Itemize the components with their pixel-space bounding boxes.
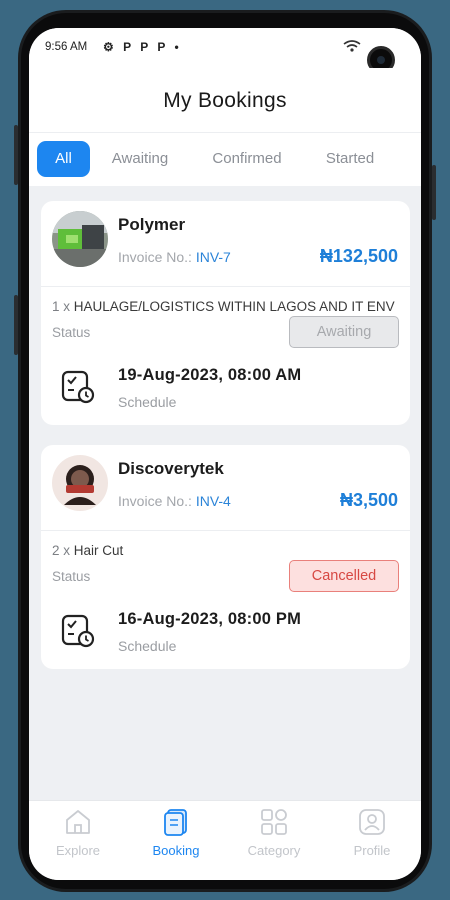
schedule-date: 16-Aug-2023, 08:00 PM	[118, 610, 302, 628]
home-icon	[63, 807, 93, 837]
booking-item: 1 x HAULAGE/LOGISTICS WITHIN LAGOS AND I…	[52, 299, 395, 314]
item-name: HAULAGE/LOGISTICS WITHIN LAGOS AND IT EN…	[73, 299, 395, 314]
schedule-label: Schedule	[118, 394, 177, 410]
booking-filter-tabs: All Awaiting Confirmed Started	[29, 132, 421, 186]
status-bar: 9:56 AM ⚙ P P P •	[29, 28, 421, 74]
nav-explore[interactable]: Explore	[29, 807, 127, 867]
category-icon	[259, 807, 289, 837]
bottom-navigation: Explore Booking Category Profile	[29, 800, 421, 880]
volume-button	[14, 125, 18, 185]
volume-button-lower	[14, 295, 18, 355]
vendor-avatar	[52, 455, 108, 511]
nav-label: Category	[247, 843, 301, 858]
booking-item: 2 x Hair Cut	[52, 543, 123, 558]
vendor-name: Discoverytek	[118, 459, 224, 478]
booking-card[interactable]: Discoverytek Invoice No.: INV-4 ₦3,500 2…	[41, 445, 410, 669]
booking-price: ₦3,500	[339, 490, 398, 510]
tab-confirmed[interactable]: Confirmed	[197, 141, 297, 177]
schedule-icon	[59, 368, 97, 406]
wifi-icon	[343, 40, 361, 55]
item-name: Hair Cut	[73, 543, 124, 558]
invoice-number: Invoice No.: INV-7	[118, 249, 231, 265]
status-label: Status	[52, 325, 91, 340]
schedule-date: 19-Aug-2023, 08:00 AM	[118, 366, 302, 384]
nav-label: Explore	[55, 843, 101, 858]
divider	[41, 530, 410, 531]
status-badge: Cancelled	[289, 560, 399, 592]
item-quantity: 2 x	[52, 543, 71, 558]
page-header: My Bookings	[29, 68, 421, 132]
status-badge: Awaiting	[289, 316, 399, 348]
nav-label: Profile	[353, 843, 391, 858]
tab-started[interactable]: Started	[311, 141, 389, 177]
booking-price: ₦132,500	[319, 246, 398, 266]
app-screen: 9:56 AM ⚙ P P P • My Bookings All Awaiti…	[29, 28, 421, 880]
invoice-label: Invoice No.:	[118, 493, 196, 509]
page-title: My Bookings	[163, 89, 287, 112]
booking-icon	[161, 807, 191, 837]
booking-card[interactable]: Polymer Invoice No.: INV-7 ₦132,500 1 x …	[41, 201, 410, 425]
item-quantity: 1 x	[52, 299, 71, 314]
vendor-avatar	[52, 211, 108, 267]
schedule-icon	[59, 612, 97, 650]
invoice-label: Invoice No.:	[118, 249, 196, 265]
vendor-name: Polymer	[118, 215, 186, 234]
status-time: 9:56 AM	[45, 41, 88, 53]
power-button	[432, 165, 436, 220]
nav-booking[interactable]: Booking	[127, 807, 225, 867]
invoice-id: INV-4	[195, 493, 231, 509]
nav-label: Booking	[152, 843, 200, 858]
profile-icon	[357, 807, 387, 837]
invoice-id: INV-7	[195, 249, 231, 265]
tab-awaiting[interactable]: Awaiting	[99, 141, 181, 177]
notification-icons: ⚙ P P P •	[103, 40, 182, 54]
divider	[41, 286, 410, 287]
nav-category[interactable]: Category	[225, 807, 323, 867]
invoice-number: Invoice No.: INV-4	[118, 493, 231, 509]
status-label: Status	[52, 569, 91, 584]
schedule-label: Schedule	[118, 638, 177, 654]
tab-all[interactable]: All	[37, 141, 90, 177]
nav-profile[interactable]: Profile	[323, 807, 421, 867]
